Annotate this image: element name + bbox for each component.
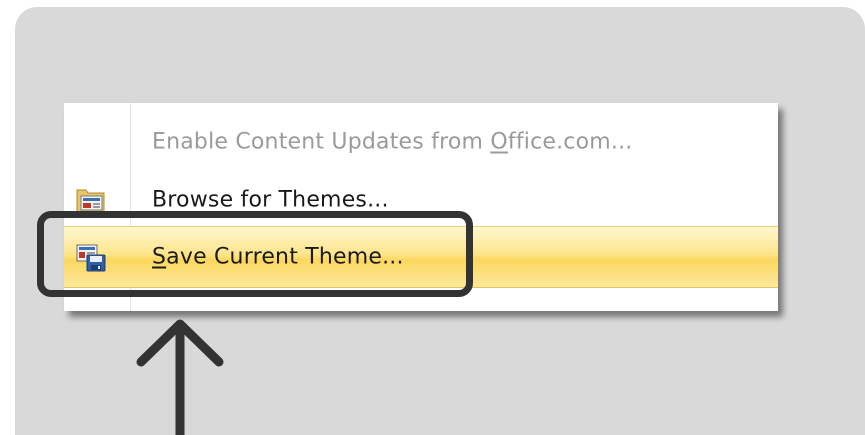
menu-item-enable-content-updates: Enable Content Updates from Office.com..…: [64, 116, 778, 168]
up-arrow-icon: [136, 319, 224, 435]
highlight-callout-box: [37, 211, 473, 297]
menu-item-label: Enable Content Updates from Office.com..…: [152, 129, 633, 155]
menu-item-label: Browse for Themes...: [152, 187, 389, 213]
